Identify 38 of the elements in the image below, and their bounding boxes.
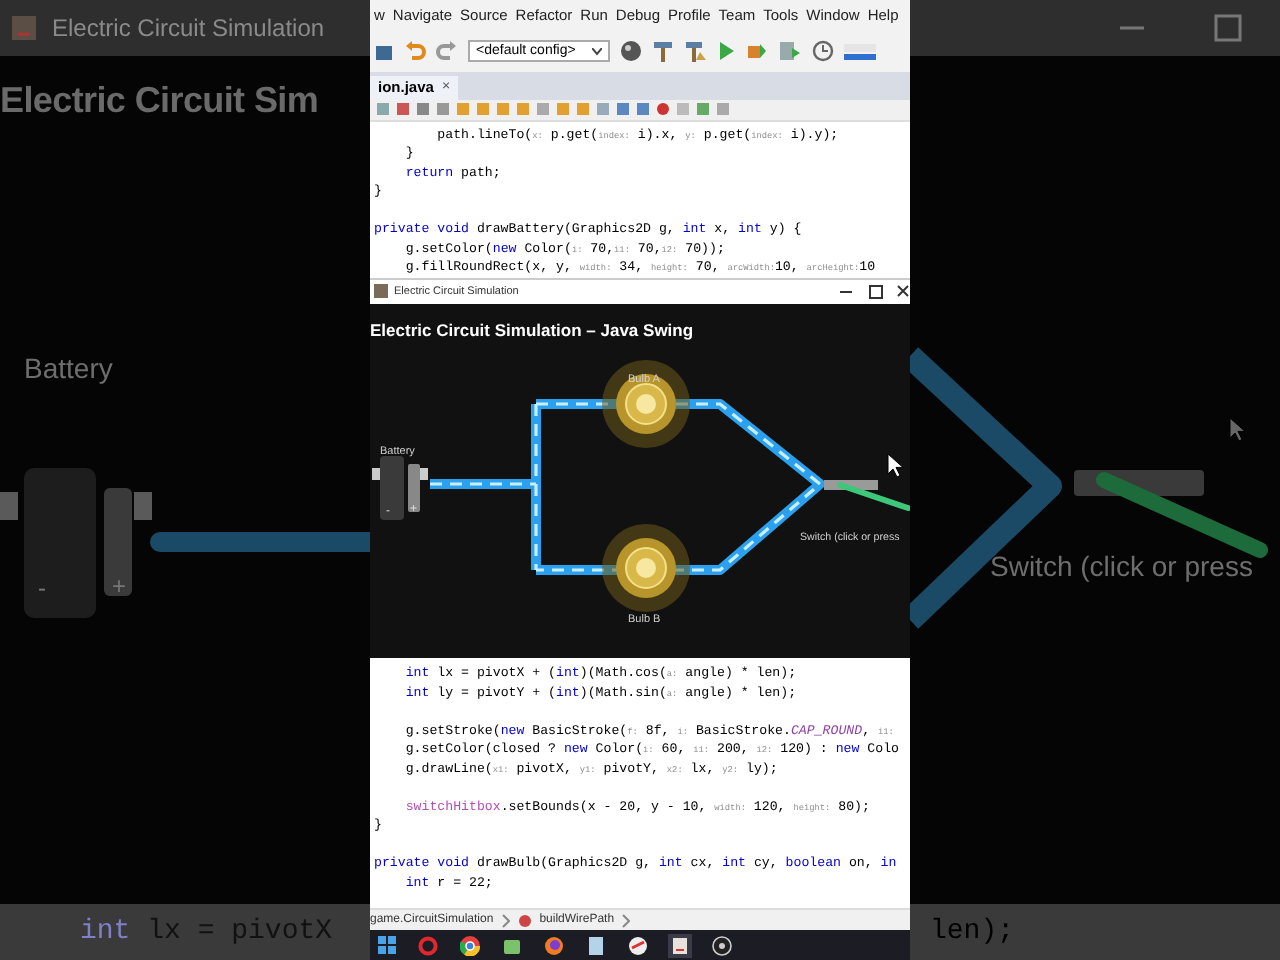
window-title: Electric Circuit Simulation	[52, 14, 325, 42]
chevron-icon	[501, 913, 510, 928]
simulation-heading: Electric Circuit Sim	[0, 80, 319, 120]
record-icon[interactable]	[710, 933, 734, 958]
caret-icon	[591, 47, 602, 56]
java-app-icon	[374, 284, 388, 299]
fox-browser-icon[interactable]	[542, 933, 566, 958]
switch-label: Switch (click or press	[990, 550, 1253, 582]
memory-meter-icon[interactable]	[843, 41, 876, 62]
file-icon[interactable]	[584, 933, 608, 958]
close-icon[interactable]	[894, 283, 910, 300]
redo-icon[interactable]	[436, 40, 458, 63]
app-icon[interactable]	[626, 933, 650, 958]
mouse-pointer-icon	[1229, 417, 1246, 442]
undo-icon[interactable]	[404, 40, 426, 63]
chevron-icon	[622, 913, 631, 928]
project-icon[interactable]	[374, 41, 394, 62]
mouse-pointer-icon	[887, 452, 904, 477]
simulation-heading: Electric Circuit Simulation – Java Swing	[370, 319, 694, 340]
hammer-icon[interactable]	[651, 40, 674, 63]
globe-icon[interactable]	[619, 40, 642, 63]
battery-label: Battery	[24, 352, 113, 384]
java-app-icon	[12, 14, 36, 42]
profile-icon[interactable]	[777, 40, 802, 63]
browser-icon[interactable]	[458, 933, 482, 958]
maximize-icon[interactable]	[864, 283, 888, 300]
method-icon	[517, 913, 532, 928]
minus-sign: -	[38, 574, 46, 602]
run-icon[interactable]	[717, 40, 736, 63]
clock-icon[interactable]	[811, 40, 834, 63]
plus-sign: +	[112, 572, 127, 600]
java-app-icon[interactable]	[668, 933, 692, 958]
windows-logo-icon[interactable]	[374, 933, 398, 958]
ring-icon[interactable]	[416, 933, 440, 958]
code-line: len);	[930, 916, 1015, 948]
debug-icon[interactable]	[745, 40, 768, 63]
battery-drawing	[372, 455, 428, 520]
clean-build-icon[interactable]	[683, 40, 708, 63]
